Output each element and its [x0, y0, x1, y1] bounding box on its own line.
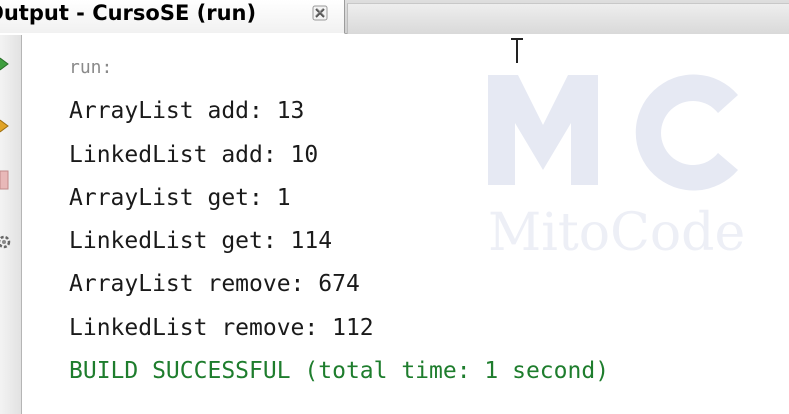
console-lines: run: ArrayList add: 13 LinkedList add: 1… [69, 52, 609, 398]
rerun-icon[interactable] [0, 53, 18, 75]
tab-output[interactable]: Output - CursoSE (run) [0, 0, 345, 34]
build-status-line: BUILD SUCCESSFUL (total time: 1 second) [69, 358, 610, 385]
stop-icon[interactable] [0, 169, 18, 191]
console-output[interactable]: MitoCode run: ArrayList add: 13 LinkedLi… [23, 35, 789, 414]
tab-strip-filler [347, 3, 789, 34]
output-toolbar [0, 35, 22, 414]
console-line: ArrayList remove: 674 [69, 271, 360, 298]
console-line: LinkedList remove: 112 [69, 314, 374, 341]
settings-icon[interactable] [0, 231, 18, 253]
console-line: LinkedList add: 10 [69, 141, 319, 168]
close-icon[interactable] [311, 4, 329, 22]
console-line: LinkedList get: 114 [69, 228, 333, 255]
tab-strip: Output - CursoSE (run) [0, 0, 789, 34]
console-line: ArrayList get: 1 [69, 184, 291, 211]
console-line: run: [69, 57, 113, 78]
run-again-icon[interactable] [0, 115, 18, 137]
tab-title: Output - CursoSE (run) [0, 1, 257, 25]
console-line: ArrayList add: 13 [69, 98, 305, 125]
output-window: Output - CursoSE (run) MitoCode run: Arr… [0, 0, 789, 414]
